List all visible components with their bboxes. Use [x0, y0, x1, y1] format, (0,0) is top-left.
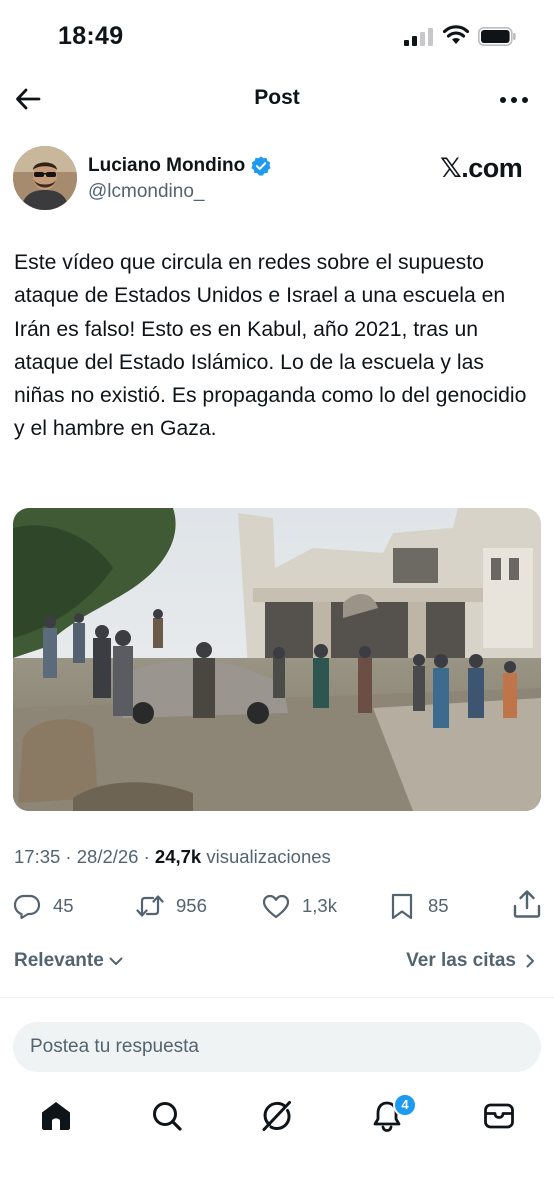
repost-count: 956 — [176, 895, 207, 916]
tweet-timestamp: 17:35 · 28/2/26 · — [14, 846, 155, 867]
post-header: Post — [0, 72, 554, 126]
tweet-image[interactable] — [13, 508, 541, 811]
page-title: Post — [254, 86, 300, 109]
wifi-icon — [443, 25, 469, 44]
reply-placeholder: Postea tu respuesta — [30, 1036, 199, 1057]
heart-icon — [262, 894, 290, 919]
status-time: 18:49 — [58, 22, 124, 50]
reply-icon — [13, 894, 41, 920]
battery-icon — [478, 27, 516, 46]
view-quotes-link[interactable]: Ver las citas — [406, 950, 538, 972]
views-count: 24,7k — [154, 846, 202, 867]
x-com-logo: 𝕏.com — [440, 153, 523, 183]
divider — [0, 997, 554, 998]
author-name[interactable]: Luciano Mondino — [88, 155, 245, 177]
author-handle[interactable]: @lcmondino_ — [88, 181, 204, 203]
views-label: visualizaciones — [201, 846, 331, 867]
messages-icon[interactable] — [482, 1099, 516, 1133]
bookmark-icon — [391, 893, 413, 920]
tweet-text: Este vídeo que circula en redes sobre el… — [14, 251, 527, 441]
verified-badge-icon — [251, 156, 271, 176]
reply-count: 45 — [53, 895, 74, 916]
sort-label: Relevante — [14, 950, 104, 971]
notification-badge: 4 — [393, 1093, 417, 1117]
like-button[interactable]: 1,3k — [262, 889, 337, 923]
like-count: 1,3k — [302, 895, 337, 916]
search-icon[interactable] — [150, 1099, 184, 1133]
cellular-signal-icon — [404, 28, 433, 46]
reply-button[interactable]: 45 — [13, 889, 74, 923]
tweet-actions: 45 956 1,3k 85 — [0, 889, 554, 923]
chevron-down-icon — [109, 957, 123, 965]
quotes-label: Ver las citas — [406, 950, 516, 971]
repost-button[interactable]: 956 — [136, 889, 207, 923]
share-icon[interactable] — [512, 889, 542, 919]
bookmark-count: 85 — [428, 895, 449, 916]
avatar[interactable] — [13, 146, 77, 210]
sort-replies-dropdown[interactable]: Relevante — [14, 950, 124, 972]
more-options-icon[interactable] — [498, 90, 530, 110]
grok-icon[interactable] — [260, 1099, 294, 1133]
home-icon[interactable] — [39, 1099, 73, 1133]
bookmark-button[interactable]: 85 — [388, 889, 449, 923]
author-name-row[interactable]: Luciano Mondino — [88, 153, 272, 179]
status-bar: 18:49 — [0, 0, 554, 72]
chevron-right-icon — [526, 954, 534, 968]
reply-input[interactable]: Postea tu respuesta — [13, 1022, 541, 1072]
repost-icon — [136, 895, 164, 917]
tweet-meta: 17:35 · 28/2/26 · 24,7k visualizaciones — [14, 846, 331, 868]
